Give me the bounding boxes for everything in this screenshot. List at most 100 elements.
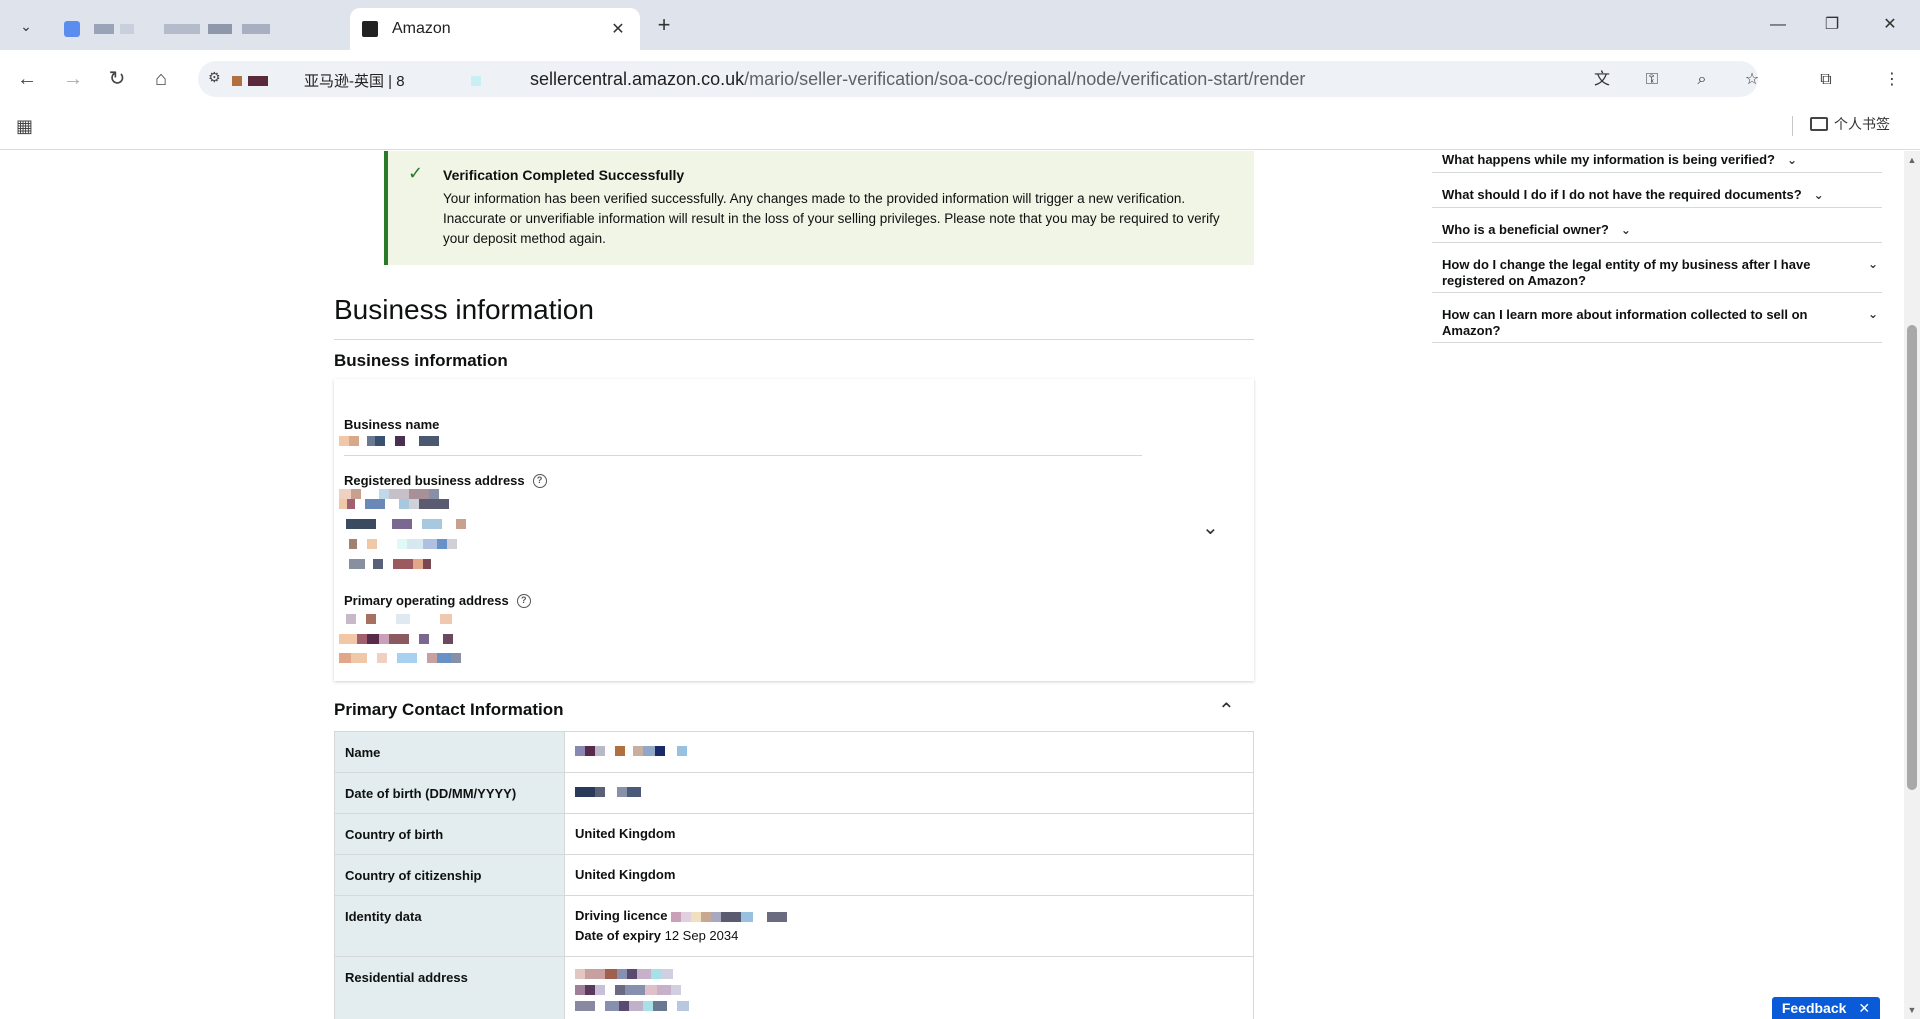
faq-question: Who is a beneficial owner? (1442, 222, 1609, 237)
faq-item[interactable]: What happens while my information is bei… (1432, 151, 1882, 173)
blurred-favicon (248, 75, 268, 86)
blurred-tab-title (208, 24, 232, 34)
expiry-line: Date of expiry 12 Sep 2034 (575, 928, 1243, 943)
row-label: Country of birth (334, 813, 565, 855)
faq-question: How can I learn more about information c… (1442, 307, 1808, 338)
home-icon[interactable]: ⌂ (146, 64, 176, 94)
blurred-address-line (339, 489, 439, 499)
faq-question: What happens while my information is bei… (1442, 152, 1775, 167)
help-circle-icon[interactable]: ? (516, 593, 531, 608)
page-content: ✓ Verification Completed Successfully Yo… (0, 151, 1904, 1019)
reload-icon[interactable]: ↻ (102, 64, 132, 94)
business-name-label: Business name (344, 417, 439, 432)
expiry-value: 12 Sep 2034 (664, 928, 739, 943)
site-chip[interactable]: 亚马逊-英国 | 8 (232, 70, 481, 91)
url-text[interactable]: sellercentral.amazon.co.uk/mario/seller-… (530, 69, 1305, 90)
blurred-tab-title (120, 24, 134, 34)
blurred-address-line (575, 969, 1243, 979)
faq-item[interactable]: What should I do if I do not have the re… (1432, 173, 1882, 208)
bookmark-folder-label: 个人书签 (1834, 116, 1890, 132)
row-value (564, 956, 1254, 1019)
identity-line: Driving licence (575, 908, 1243, 923)
tab-strip: ⌄ Amazon ✕ + — ❐ ✕ (0, 0, 1920, 50)
blurred-chip-text (470, 75, 481, 86)
blurred-date-of-birth (575, 787, 641, 797)
operating-address-label: Primary operating address ? (344, 593, 531, 608)
bookmark-folder[interactable]: 个人书签 (1810, 114, 1890, 134)
close-window-icon[interactable]: ✕ (1870, 10, 1910, 40)
expiry-label: Date of expiry (575, 928, 661, 943)
blurred-address-line (346, 519, 466, 529)
key-icon[interactable]: ⚿ (1638, 66, 1666, 94)
site-chip-label: 亚马逊-英国 | 8 (304, 73, 405, 90)
tab-inactive[interactable] (52, 8, 342, 50)
page-title: Business information (334, 294, 594, 325)
identity-type: Driving licence (575, 908, 668, 923)
bookmarks-bar (0, 108, 1920, 150)
feedback-label: Feedback (1781, 1000, 1847, 1016)
tab-title: Amazon (392, 20, 451, 37)
operating-address-label-text: Primary operating address (344, 593, 509, 608)
success-alert: ✓ Verification Completed Successfully Yo… (384, 151, 1254, 265)
bookmark-star-icon[interactable]: ☆ (1738, 66, 1766, 94)
blurred-business-name (339, 436, 439, 446)
blurred-address-line (339, 634, 453, 644)
scrollbar-thumb[interactable] (1907, 325, 1917, 790)
feedback-button[interactable]: Feedback ✕ (1772, 997, 1880, 1019)
table-row: Residential address (334, 956, 1254, 1019)
faq-item[interactable]: How do I change the legal entity of my b… (1432, 243, 1882, 293)
scroll-up-icon[interactable]: ▲ (1907, 155, 1917, 165)
close-icon[interactable]: ✕ (1858, 1000, 1870, 1017)
divider (334, 339, 1254, 340)
faq-question: How do I change the legal entity of my b… (1442, 257, 1811, 288)
chevron-down-icon: ⌄ (1787, 153, 1798, 167)
row-value (564, 772, 1254, 814)
row-label: Name (334, 731, 565, 773)
bookmark-separator (1792, 116, 1793, 136)
blurred-favicon (232, 75, 242, 86)
table-row: Identity data Driving licence Date of ex… (334, 895, 1254, 957)
restore-icon[interactable]: ❐ (1812, 10, 1852, 40)
faq-item[interactable]: How can I learn more about information c… (1432, 293, 1882, 343)
apps-grid-icon[interactable]: ▦ (16, 116, 33, 137)
blurred-tab-title (242, 24, 270, 34)
site-info-icon[interactable]: ⚙ (208, 69, 221, 86)
row-label: Residential address (334, 956, 565, 1019)
row-label: Identity data (334, 895, 565, 957)
row-value: Driving licence Date of expiry 12 Sep 20… (564, 895, 1254, 957)
registered-address-label: Registered business address ? (344, 473, 547, 488)
extensions-icon[interactable]: ⧉ (1812, 66, 1840, 94)
blurred-tab-title (94, 24, 114, 34)
chevron-up-icon[interactable]: ⌃ (1218, 698, 1235, 723)
contact-section-title: Primary Contact Information (334, 700, 564, 719)
help-circle-icon[interactable]: ? (532, 473, 547, 488)
blurred-tab-title (164, 24, 200, 34)
amazon-favicon-icon (362, 21, 378, 37)
section-title: Business information (334, 351, 508, 370)
table-row: Country of birth United Kingdom (334, 813, 1254, 855)
tab-amazon[interactable]: Amazon ✕ (350, 8, 640, 50)
blurred-address-line (349, 559, 431, 569)
menu-icon[interactable]: ⋮ (1878, 66, 1906, 94)
close-tab-icon[interactable]: ✕ (608, 19, 628, 39)
scroll-down-icon[interactable]: ▼ (1907, 1005, 1917, 1015)
zoom-icon[interactable]: ⌕ (1688, 66, 1716, 94)
blurred-address-line (575, 985, 1243, 995)
faq-item[interactable]: Who is a beneficial owner? ⌄ (1432, 208, 1882, 243)
alert-title: Verification Completed Successfully (443, 167, 685, 183)
url-path: /mario/seller-verification/soa-coc/regio… (744, 69, 1306, 89)
chevron-down-icon: ⌄ (1620, 223, 1631, 237)
back-icon[interactable]: ← (12, 64, 42, 94)
business-info-card[interactable]: Business name Registered business addres… (334, 379, 1254, 681)
new-tab-icon[interactable]: + (650, 12, 678, 40)
forward-icon[interactable]: → (58, 64, 88, 94)
tab-search-icon[interactable]: ⌄ (12, 12, 40, 40)
translate-icon[interactable]: 文 (1588, 66, 1616, 94)
blurred-address-line (339, 499, 449, 509)
row-label: Country of citizenship (334, 854, 565, 896)
chevron-down-icon[interactable]: ⌄ (1202, 515, 1219, 540)
contact-info-table: Name Date of birth (DD/MM/YYYY) Country … (334, 731, 1254, 1019)
chevron-down-icon: ⌄ (1867, 307, 1878, 321)
minimize-icon[interactable]: — (1758, 10, 1798, 40)
chevron-down-icon: ⌄ (1867, 257, 1878, 271)
